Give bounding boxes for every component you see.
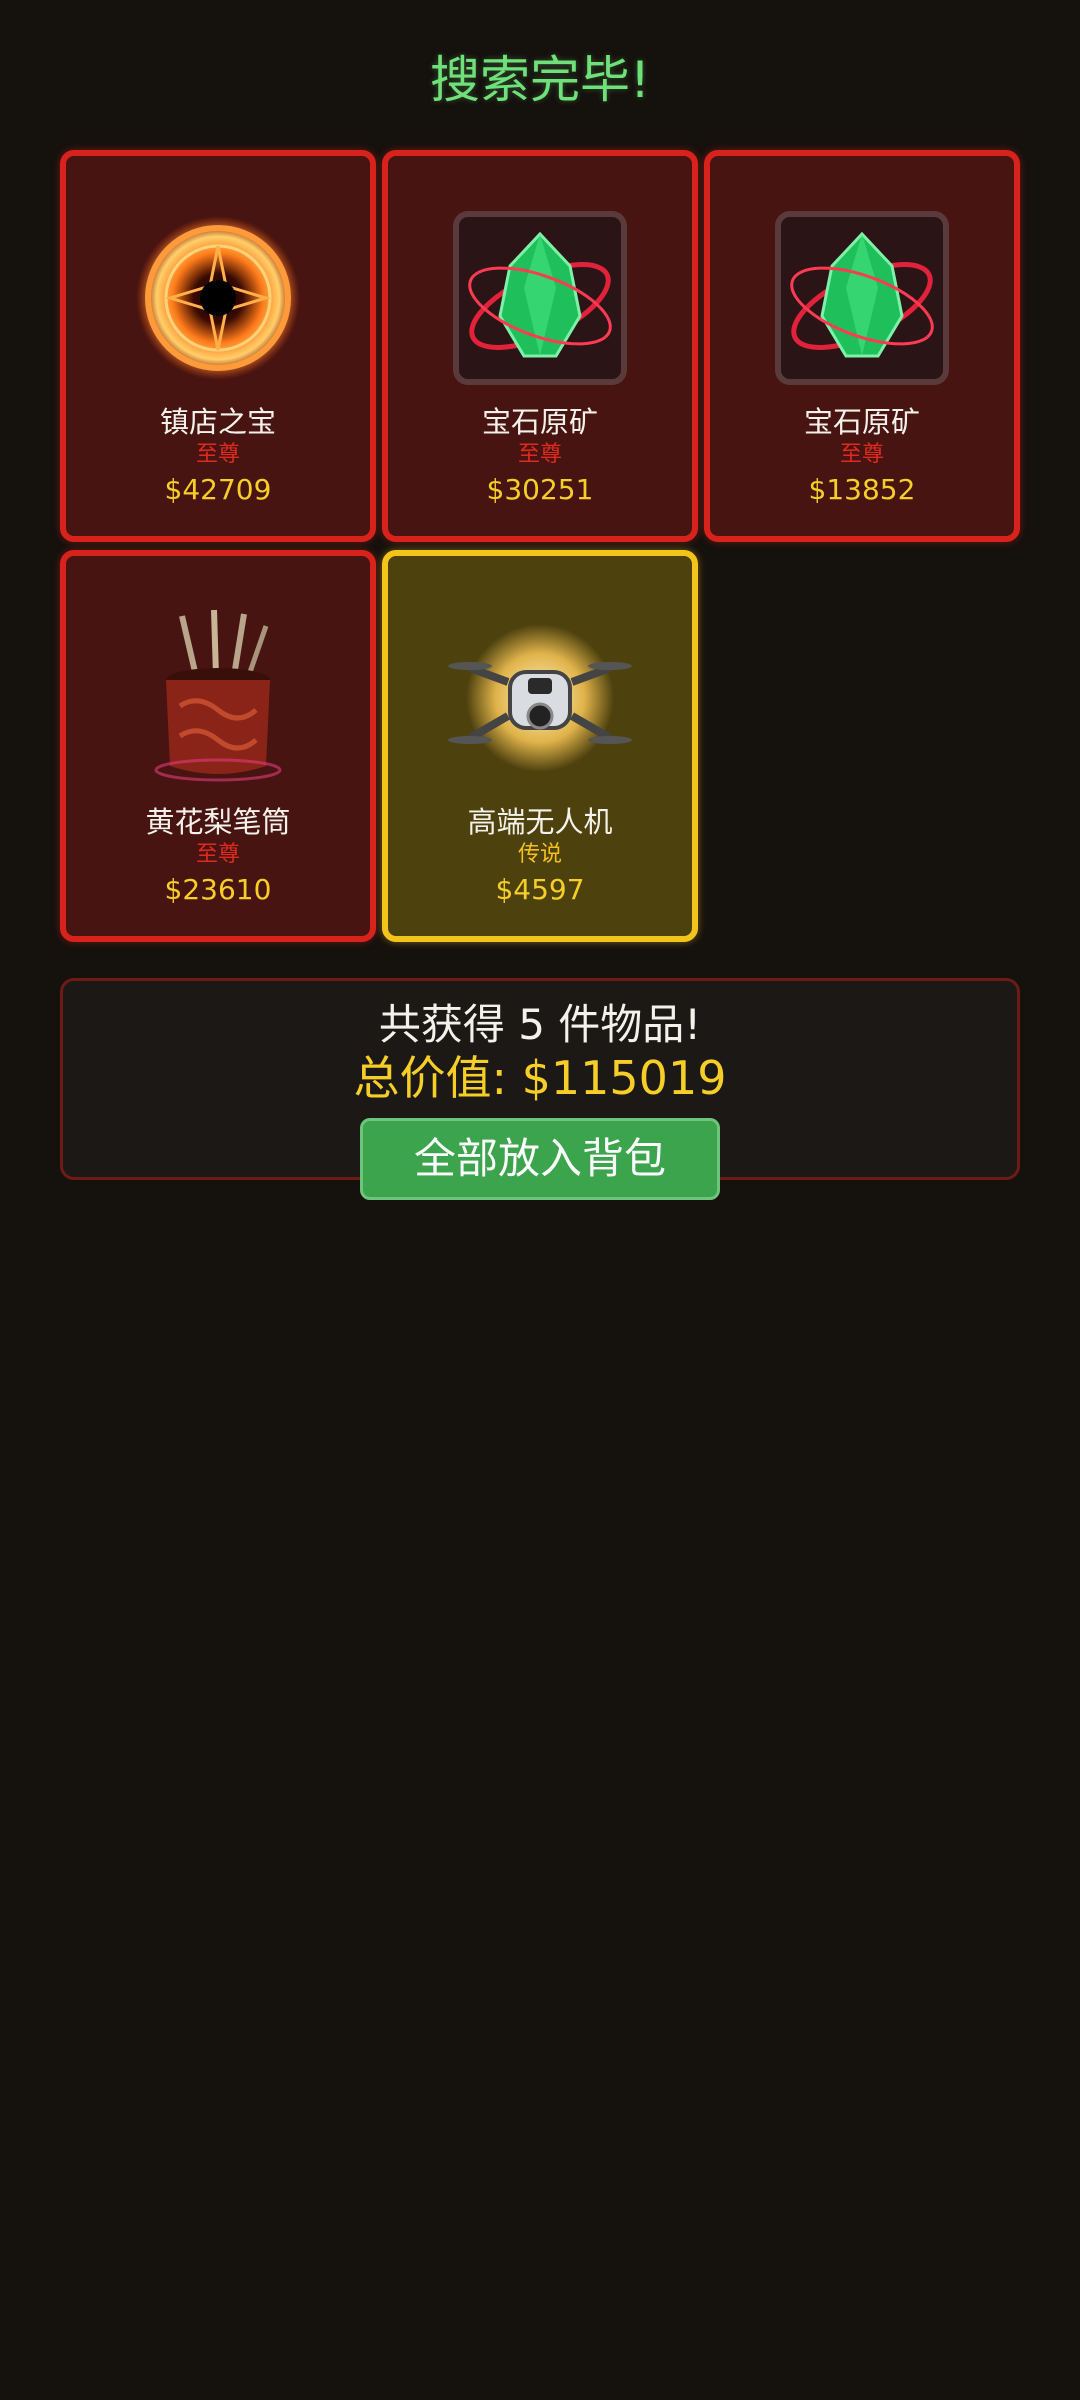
item-rarity: 至尊 xyxy=(195,842,240,867)
item-price: $30251 xyxy=(486,473,594,506)
item-rarity: 传说 xyxy=(517,842,562,867)
item-card[interactable]: 宝石原矿 至尊 $13852 xyxy=(704,150,1020,542)
item-name: 镇店之宝 xyxy=(159,405,276,439)
item-price: $23610 xyxy=(164,873,272,906)
item-name: 宝石原矿 xyxy=(481,405,598,439)
item-card[interactable]: 宝石原矿 至尊 $30251 xyxy=(382,150,698,542)
drone-icon xyxy=(448,606,632,790)
item-count-text: 共获得 5 件物品! xyxy=(378,1000,702,1049)
item-card[interactable]: 黄花梨笔筒 至尊 $23610 xyxy=(60,550,376,942)
page-title: 搜索完毕! xyxy=(429,51,651,109)
gem-ore-icon xyxy=(770,206,954,390)
total-value-text: 总价值: $115019 xyxy=(353,1051,727,1105)
item-card[interactable]: 镇店之宝 至尊 $42709 xyxy=(60,150,376,542)
item-name: 高端无人机 xyxy=(467,805,613,839)
put-all-in-backpack-button[interactable]: 全部放入背包 xyxy=(360,1118,720,1200)
fire-ring-icon xyxy=(126,206,310,390)
item-price: $42709 xyxy=(164,473,272,506)
item-price: $13852 xyxy=(808,473,916,506)
item-card[interactable]: 高端无人机 传说 $4597 xyxy=(382,550,698,942)
item-rarity: 至尊 xyxy=(195,442,240,467)
item-rarity: 至尊 xyxy=(839,442,884,467)
item-name: 宝石原矿 xyxy=(803,405,920,439)
item-rarity: 至尊 xyxy=(517,442,562,467)
gem-ore-icon xyxy=(448,206,632,390)
item-price: $4597 xyxy=(495,873,585,906)
search-result-screen: 搜索完毕! 镇店之宝 至尊 $42709 宝石原矿 至尊 $30251 宝石原矿… xyxy=(0,0,1080,2400)
item-name: 黄花梨笔筒 xyxy=(145,805,291,839)
brush-pot-icon xyxy=(126,606,310,790)
